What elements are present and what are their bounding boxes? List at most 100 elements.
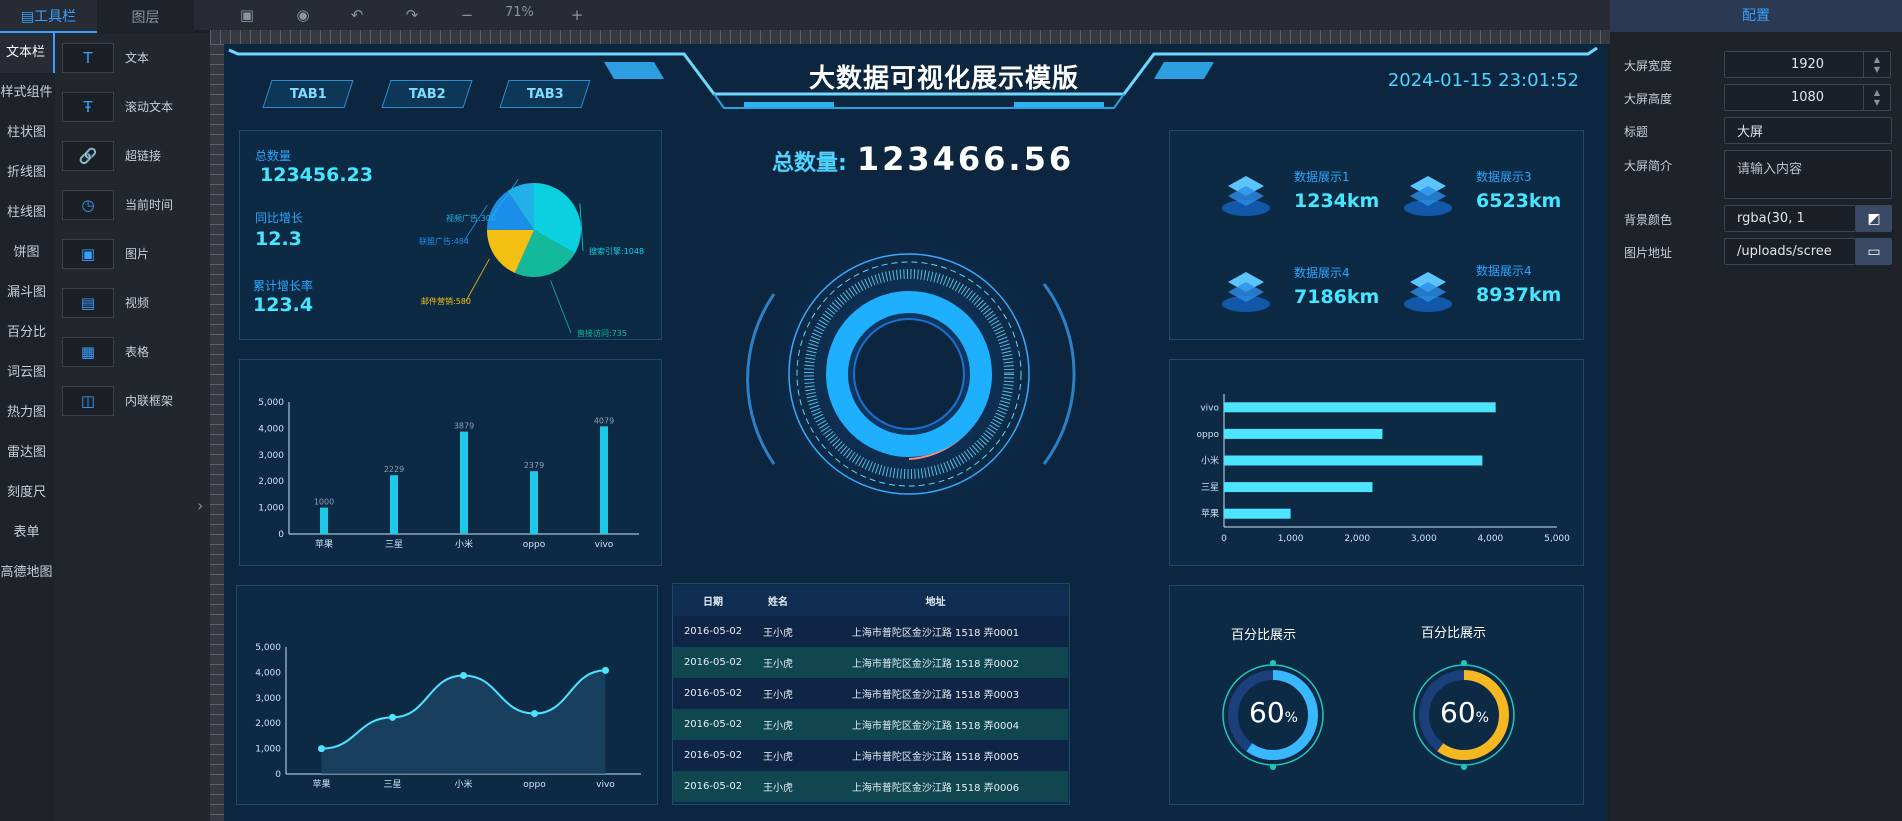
dashboard-title: 大数据可视化展示模版 xyxy=(808,64,1079,94)
category-item[interactable]: 样式组件 xyxy=(0,73,55,113)
bar xyxy=(1224,482,1373,493)
undo-icon[interactable]: ↶ xyxy=(346,4,368,26)
redo-icon[interactable]: ↷ xyxy=(401,4,423,26)
screen-height-input[interactable]: 1080 ▲ ▼ xyxy=(1724,84,1891,111)
table-cell: 王小虎 xyxy=(763,721,793,732)
scroll-text-icon: Ŧ xyxy=(62,91,114,122)
gauge-marker xyxy=(1270,764,1276,770)
pie-label: 联盟广告:484 xyxy=(419,236,469,246)
field-label: 大屏高度 xyxy=(1624,92,1673,106)
component-item[interactable]: T 文本 xyxy=(55,33,210,82)
field-label: 标题 xyxy=(1624,125,1649,139)
display-value: 7186km xyxy=(1294,286,1380,308)
component-item[interactable]: ▤ 视频 xyxy=(55,278,210,327)
y-tick-label: 2,000 xyxy=(255,719,281,729)
image-url-input[interactable]: /uploads/scree xyxy=(1724,238,1856,265)
table-cell: 王小虎 xyxy=(763,783,793,794)
y-tick-label: 3,000 xyxy=(255,694,281,704)
table-cell: 王小虎 xyxy=(763,690,793,701)
x-tick-label: 0 xyxy=(1221,534,1227,544)
category-item[interactable]: 表单 xyxy=(0,513,55,553)
component-item[interactable]: ◫ 内联框架 xyxy=(55,376,210,425)
category-item[interactable]: 词云图 xyxy=(0,353,55,393)
table-cell: 上海市普陀区金沙江路 1518 弄0004 xyxy=(851,721,1020,732)
y-tick-label: 小米 xyxy=(1201,455,1219,467)
display-label: 数据展示4 xyxy=(1294,266,1350,280)
x-tick-label: vivo xyxy=(596,780,615,790)
screen-width-input[interactable]: 1920 ▲ ▼ xyxy=(1724,51,1891,78)
description-textarea[interactable]: 请输入内容 xyxy=(1724,150,1892,199)
component-item[interactable]: ▣ 图片 xyxy=(55,229,210,278)
tab-layers[interactable]: 图层 xyxy=(97,0,194,33)
color-picker-icon[interactable]: ◩ xyxy=(1856,205,1892,232)
table-cell: 上海市普陀区金沙江路 1518 弄0006 xyxy=(851,783,1020,794)
table-row[interactable]: 2016-05-02 王小虎 上海市普陀区金沙江路 1518 弄0005 xyxy=(673,740,1068,771)
zoom-out-icon[interactable]: − xyxy=(456,4,478,26)
gauge-marker xyxy=(1270,660,1276,666)
bg-color-input[interactable]: rgba(30, 1 xyxy=(1724,205,1856,232)
category-item[interactable]: 折线图 xyxy=(0,153,55,193)
category-item[interactable]: 饼图 xyxy=(0,233,55,273)
category-item[interactable]: 柱状图 xyxy=(0,113,55,153)
save-icon[interactable]: ▣ xyxy=(236,4,258,26)
x-tick-label: 4,000 xyxy=(1478,534,1504,544)
ruler-vertical xyxy=(210,44,224,821)
table-cell: 2016-05-02 xyxy=(683,719,743,730)
title-input[interactable]: 大屏 xyxy=(1724,117,1892,144)
stat-value: 12.3 xyxy=(255,228,302,250)
component-item[interactable]: 🔗 超链接 xyxy=(55,131,210,180)
component-item[interactable]: ◷ 当前时间 xyxy=(55,180,210,229)
folder-icon[interactable]: ▭ xyxy=(1856,238,1892,265)
bar xyxy=(1224,455,1483,466)
video-icon: ▤ xyxy=(62,287,114,318)
category-item[interactable]: 文本栏 xyxy=(0,33,55,73)
category-item[interactable]: 刻度尺 xyxy=(0,473,55,513)
category-item[interactable]: 热力图 xyxy=(0,393,55,433)
bar xyxy=(600,426,608,534)
col-header[interactable]: 地址 xyxy=(803,593,1068,608)
table-cell: 2016-05-02 xyxy=(683,626,743,637)
category-item[interactable]: 漏斗图 xyxy=(0,273,55,313)
zoom-in-icon[interactable]: + xyxy=(566,4,588,26)
total-label: 总数量: xyxy=(772,151,847,176)
field-label: 大屏宽度 xyxy=(1624,59,1673,73)
image-icon: ▣ xyxy=(62,238,114,269)
col-header[interactable]: 姓名 xyxy=(753,593,803,608)
pie-label: 搜索引擎:1048 xyxy=(589,246,644,256)
dashboard-tab-1[interactable]: TAB1 xyxy=(262,80,354,108)
table-cell: 2016-05-02 xyxy=(683,781,743,792)
component-item[interactable]: Ŧ 滚动文本 xyxy=(55,82,210,131)
dashboard-tab-2[interactable]: TAB2 xyxy=(381,80,473,108)
component-label: 超链接 xyxy=(125,149,162,163)
dashboard-tab-3[interactable]: TAB3 xyxy=(499,80,591,108)
x-tick-label: 三星 xyxy=(385,539,403,550)
y-tick-label: 5,000 xyxy=(258,398,284,408)
pie-leader-line xyxy=(550,280,572,334)
data-point xyxy=(531,710,538,718)
table-row[interactable]: 2016-05-02 王小虎 上海市普陀区金沙江路 1518 弄0004 xyxy=(673,709,1068,740)
category-item[interactable]: 雷达图 xyxy=(0,433,55,473)
category-item[interactable]: 高德地图 xyxy=(0,553,55,593)
stepper-icon[interactable]: ▲ ▼ xyxy=(1863,85,1890,110)
table-row[interactable]: 2016-05-02 王小虎 上海市普陀区金沙江路 1518 弄0003 xyxy=(673,678,1068,709)
field-label: 图片地址 xyxy=(1624,246,1673,260)
category-item[interactable]: 柱线图 xyxy=(0,193,55,233)
col-header[interactable]: 日期 xyxy=(673,593,753,608)
table-cell: 上海市普陀区金沙江路 1518 弄0003 xyxy=(851,690,1020,701)
table-row[interactable]: 2016-05-02 王小虎 上海市普陀区金沙江路 1518 弄0002 xyxy=(673,647,1068,678)
collapse-arrow-icon[interactable]: › xyxy=(197,496,203,515)
text-icon: T xyxy=(62,42,114,73)
pie-chart: 搜索引擎:1048 直接访问:735 邮件营销:580 联盟广告:484 视频广告:30… xyxy=(419,179,644,338)
table-cell: 上海市普陀区金沙江路 1518 弄0002 xyxy=(851,659,1020,670)
layers-icon xyxy=(1404,272,1452,312)
table-cell: 2016-05-02 xyxy=(683,657,743,668)
preview-icon[interactable]: ◉ xyxy=(292,4,314,26)
category-item[interactable]: 百分比 xyxy=(0,313,55,353)
stepper-icon[interactable]: ▲ ▼ xyxy=(1863,52,1890,77)
table-row[interactable]: 2016-05-02 王小虎 上海市普陀区金沙江路 1518 弄0006 xyxy=(673,771,1068,802)
data-point xyxy=(389,713,396,721)
tab-toolbar[interactable]: ▤工具栏 xyxy=(0,0,97,33)
component-item[interactable]: ▦ 表格 xyxy=(55,327,210,376)
y-tick-label: 1,000 xyxy=(258,504,284,514)
table-row[interactable]: 2016-05-02 王小虎 上海市普陀区金沙江路 1518 弄0001 xyxy=(673,616,1068,647)
